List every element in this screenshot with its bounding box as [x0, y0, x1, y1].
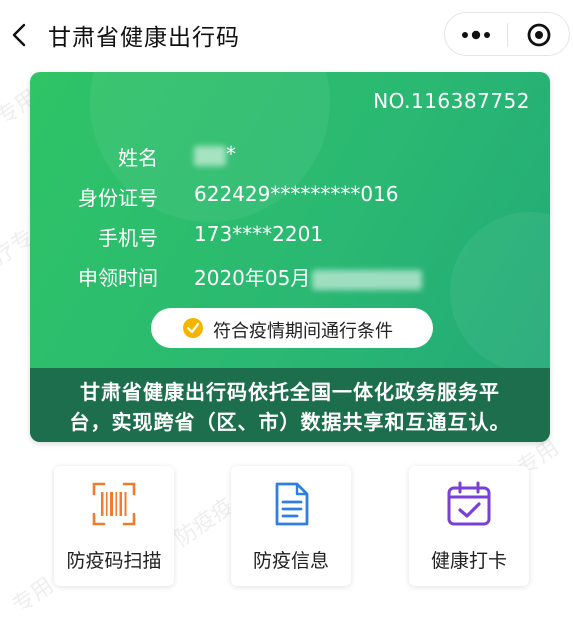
mini-program-capsule — [444, 12, 570, 56]
date-value: 2020年05月 — [194, 262, 423, 291]
footer-line-2: 台，实现跨省（区、市）数据共享和互通互认。 — [69, 410, 511, 434]
more-dots-icon — [462, 30, 490, 40]
phone-row: 手机号 173****2201 — [30, 218, 550, 250]
check-circle-icon — [183, 318, 203, 338]
close-button[interactable] — [508, 13, 569, 55]
tile-label: 防疫信息 — [252, 550, 329, 572]
id-value: 622429*********016 — [194, 182, 399, 206]
calendar-check-icon — [447, 481, 491, 526]
status-badge: 符合疫情期间通行条件 — [151, 308, 433, 348]
tile-scan[interactable]: 防疫码扫描 — [54, 466, 174, 586]
status-text: 符合疫情期间通行条件 — [213, 321, 393, 342]
name-label: 姓名 — [118, 146, 158, 170]
card-footer: 甘肃省健康出行码依托全国一体化政务服务平 台，实现跨省（区、市）数据共享和互通互… — [30, 368, 550, 442]
name-value: * — [194, 142, 236, 166]
masked-blur — [194, 145, 226, 166]
tile-info[interactable]: 防疫信息 — [231, 466, 351, 586]
watermark: 专用 — [8, 573, 59, 619]
document-icon — [275, 482, 309, 526]
watermark: 防疫疫 — [170, 493, 239, 553]
nav-bar: 甘肃省健康出行码 — [0, 0, 573, 70]
masked-blur — [312, 269, 423, 290]
date-label: 申领时间 — [78, 266, 158, 290]
date-row: 申领时间 2020年05月 — [30, 258, 550, 290]
phone-value: 173****2201 — [194, 222, 324, 246]
barcode-scan-icon — [92, 482, 136, 526]
tile-label: 健康打卡 — [430, 550, 507, 572]
footer-line-1: 甘肃省健康出行码依托全国一体化政务服务平 — [80, 380, 500, 404]
tile-label: 防疫码扫描 — [66, 550, 162, 572]
page-title: 甘肃省健康出行码 — [48, 25, 240, 51]
health-code-card: NO.116387752 姓名 * 身份证号 622429*********01… — [30, 72, 550, 442]
name-row: 姓名 * — [30, 138, 550, 170]
tile-checkin[interactable]: 健康打卡 — [409, 466, 529, 586]
card-number: NO.116387752 — [373, 89, 530, 113]
more-button[interactable] — [445, 13, 507, 55]
back-arrow-icon[interactable] — [6, 20, 36, 50]
phone-label: 手机号 — [98, 226, 158, 250]
id-label: 身份证号 — [78, 186, 158, 210]
target-close-icon — [527, 23, 551, 47]
id-row: 身份证号 622429*********016 — [30, 178, 550, 210]
